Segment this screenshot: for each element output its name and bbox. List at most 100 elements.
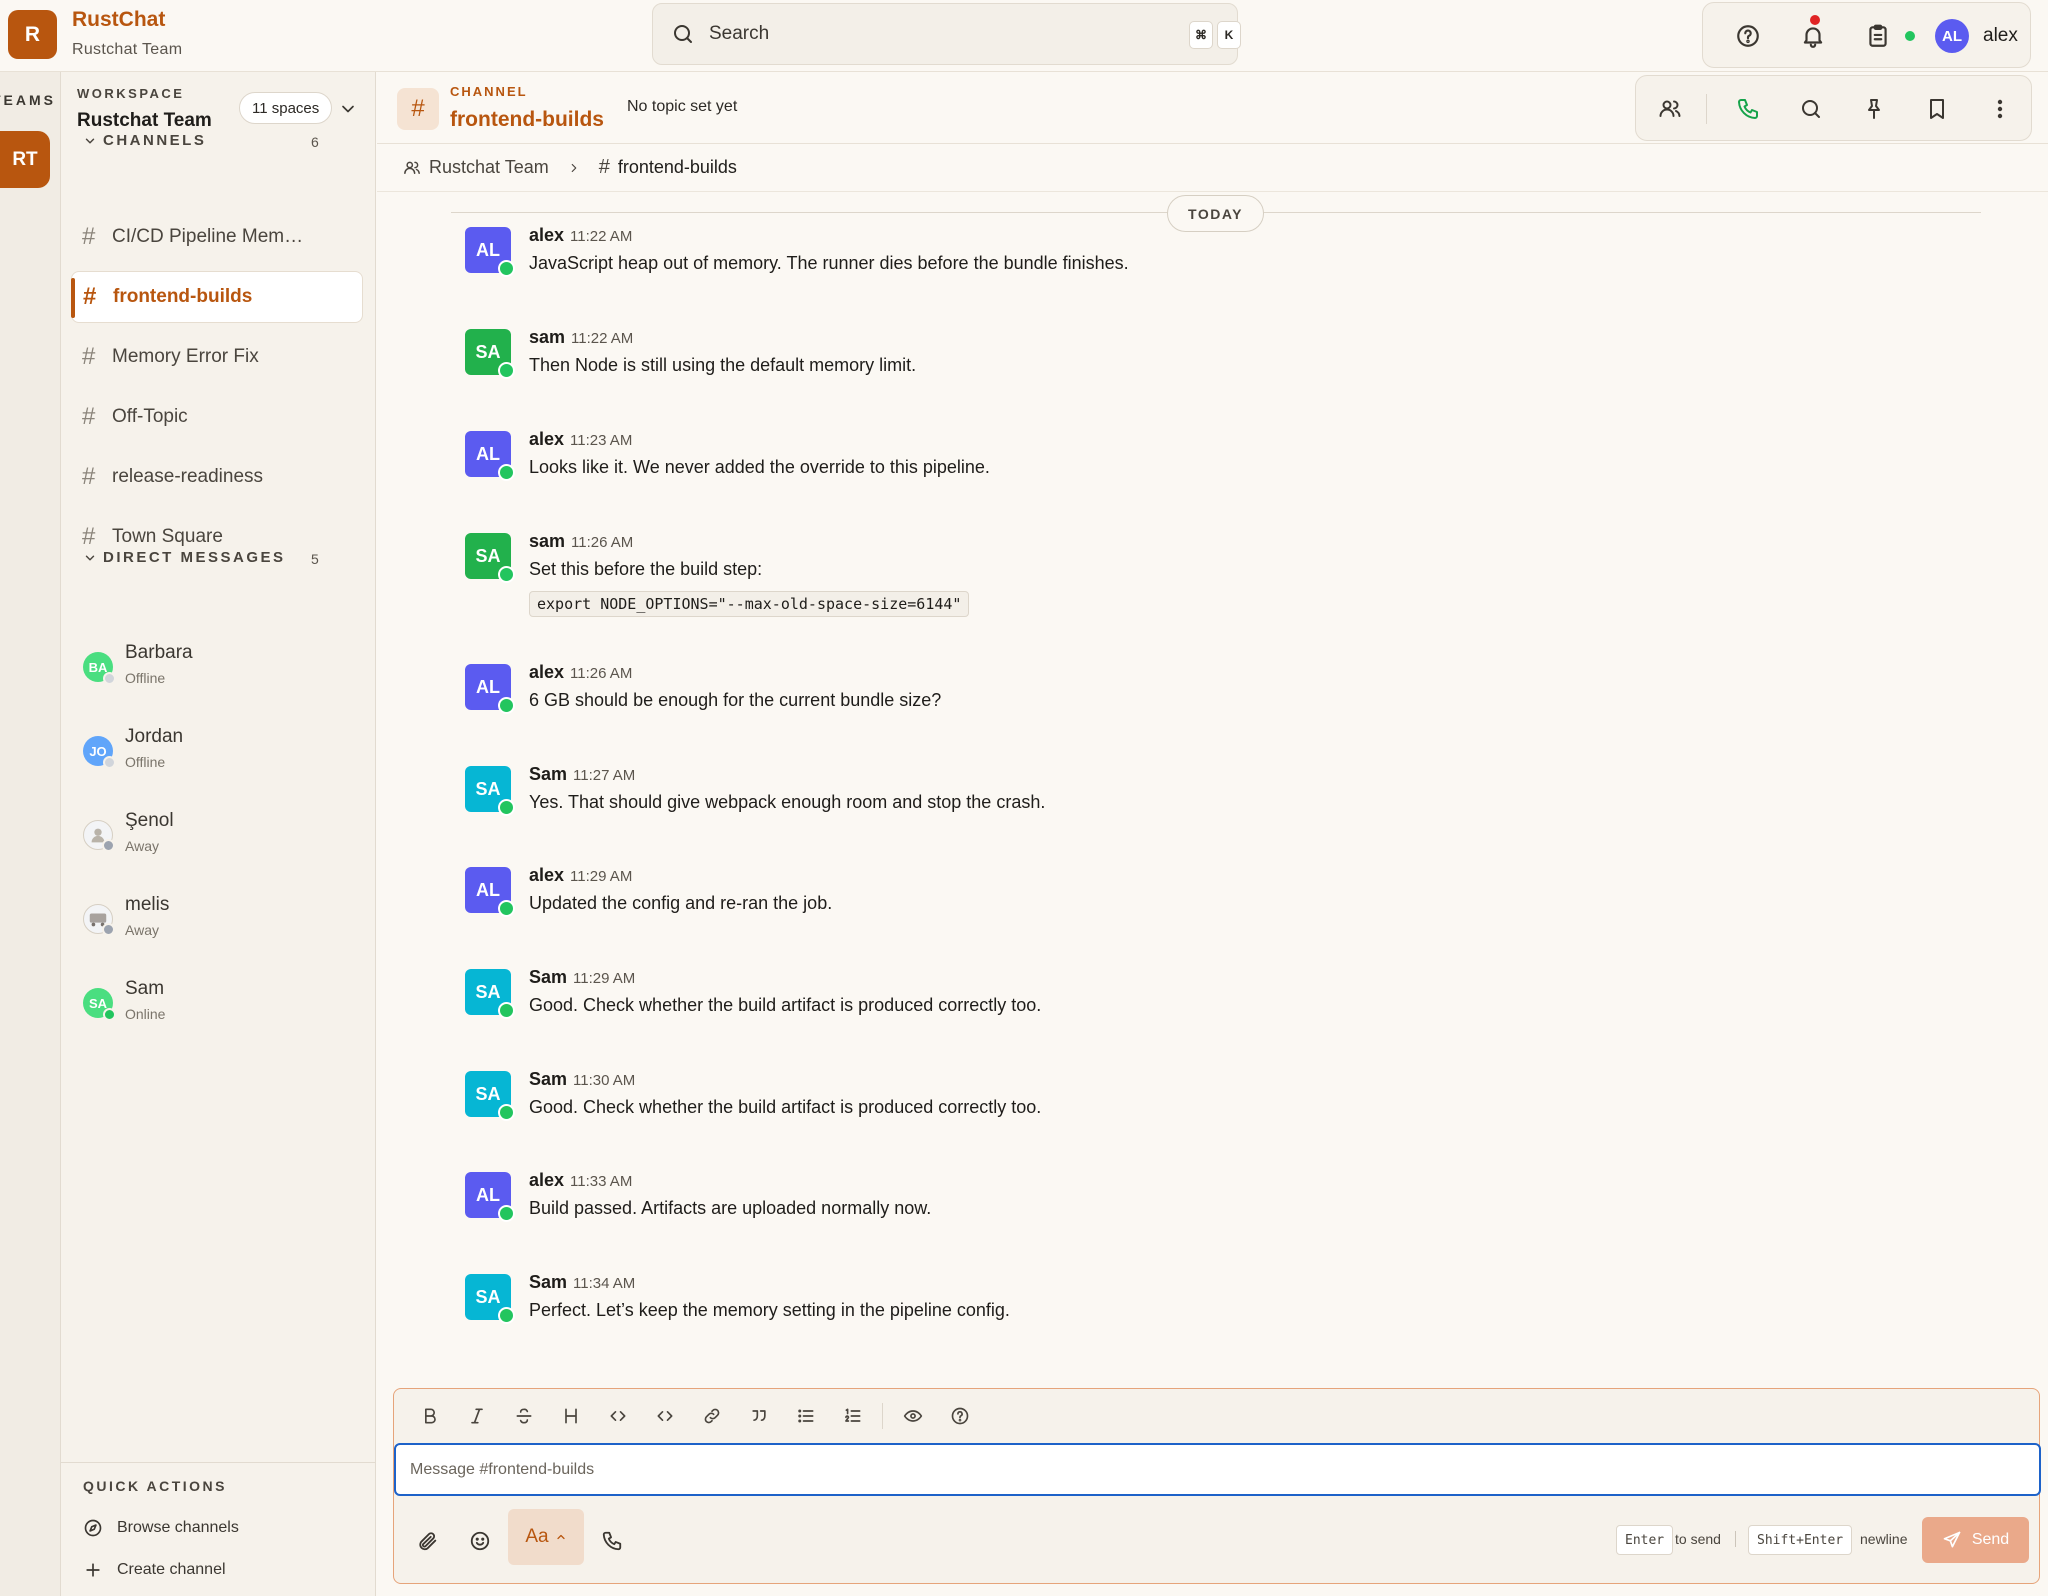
team-button-rt[interactable]: RT bbox=[0, 131, 50, 188]
help-icon[interactable] bbox=[1735, 23, 1761, 49]
channel-item-off-topic[interactable]: # Off-Topic bbox=[71, 391, 363, 443]
bell-icon[interactable] bbox=[1800, 23, 1826, 49]
italic-button[interactable] bbox=[453, 1396, 500, 1436]
avatar[interactable]: SA bbox=[465, 329, 515, 379]
channel-item-cicd[interactable]: # CI/CD Pipeline Mem… bbox=[71, 211, 363, 263]
message-author[interactable]: alex 11:29 AM bbox=[529, 865, 632, 886]
numbered-list-button[interactable] bbox=[829, 1396, 876, 1436]
message-text: Good. Check whether the build artifact i… bbox=[529, 995, 1042, 1015]
emoji-button[interactable] bbox=[460, 1521, 500, 1561]
dm-item-sam[interactable]: SA Sam Online bbox=[83, 974, 363, 1040]
link-button[interactable] bbox=[688, 1396, 735, 1436]
phone-icon bbox=[602, 1531, 622, 1551]
channels-section-header[interactable]: CHANNELS bbox=[83, 132, 206, 149]
channel-name: frontend-builds bbox=[113, 286, 253, 307]
bold-icon bbox=[424, 1408, 436, 1424]
search-bar[interactable]: Search ⌘ K bbox=[652, 3, 1241, 65]
message[interactable]: SA Sam 11:30 AM Good. Check whether the b… bbox=[465, 1069, 1965, 1159]
send-label: Send bbox=[1971, 1531, 2010, 1548]
avatar[interactable]: SA bbox=[465, 533, 515, 583]
formatting-help-button[interactable] bbox=[936, 1396, 983, 1436]
bold-button[interactable] bbox=[406, 1396, 453, 1436]
message-author[interactable]: sam 11:22 AM bbox=[529, 327, 633, 348]
dm-item-jordan[interactable]: JO Jordan Offline bbox=[83, 722, 363, 788]
hash-icon: # bbox=[82, 403, 96, 430]
avatar[interactable]: AL bbox=[465, 867, 515, 917]
message[interactable]: AL alex 11:22 AM JavaScript heap out of m… bbox=[465, 225, 1965, 315]
quote-button[interactable] bbox=[735, 1396, 782, 1436]
dm-section-header[interactable]: DIRECT MESSAGES bbox=[83, 549, 286, 566]
message[interactable]: SA sam 11:22 AM Then Node is still using … bbox=[465, 327, 1965, 417]
channel-item-frontend-builds[interactable]: # frontend-builds bbox=[71, 271, 363, 323]
message[interactable]: SA Sam 11:29 AM Good. Check whether the b… bbox=[465, 967, 1965, 1057]
message-list[interactable]: TODAY AL alex 11:22 AM JavaScript heap ou… bbox=[377, 192, 2048, 1370]
presence-online-dot[interactable] bbox=[1905, 31, 1915, 41]
message[interactable]: SA sam 11:26 AM Set this before the build… bbox=[465, 531, 1965, 651]
breadcrumb-team[interactable]: Rustchat Team bbox=[429, 157, 549, 178]
user-avatar[interactable]: AL bbox=[1935, 19, 1969, 53]
message-input[interactable] bbox=[394, 1443, 2041, 1496]
message-author[interactable]: Sam 11:27 AM bbox=[529, 764, 635, 785]
preview-button[interactable] bbox=[889, 1396, 936, 1436]
inline-code-button[interactable] bbox=[594, 1396, 641, 1436]
message-author[interactable]: alex 11:23 AM bbox=[529, 429, 632, 450]
dm-item-barbara[interactable]: BA Barbara Offline bbox=[83, 638, 363, 704]
pin-icon[interactable] bbox=[1862, 97, 1886, 121]
formatting-toggle-button[interactable]: Aa bbox=[508, 1509, 584, 1565]
avatar[interactable]: AL bbox=[465, 664, 515, 714]
create-channel-button[interactable]: Create channel bbox=[83, 1560, 226, 1580]
avatar[interactable]: SA bbox=[465, 766, 515, 816]
user-name[interactable]: alex bbox=[1983, 25, 2018, 47]
heading-button[interactable] bbox=[547, 1396, 594, 1436]
browse-channels-button[interactable]: Browse channels bbox=[83, 1518, 239, 1538]
bullet-list-button[interactable] bbox=[782, 1396, 829, 1436]
channels-count: 6 bbox=[311, 134, 319, 150]
channel-hash-icon: # bbox=[397, 88, 439, 130]
dm-item-melis[interactable]: melis Away bbox=[83, 890, 363, 956]
search-placeholder: Search bbox=[709, 23, 770, 44]
message-author[interactable]: alex 11:33 AM bbox=[529, 1170, 632, 1191]
code-block-button[interactable] bbox=[641, 1396, 688, 1436]
dm-item-senol[interactable]: Şenol Away bbox=[83, 806, 363, 872]
composer-actions: Aa Enter to send Shift+Enter newline Sen… bbox=[394, 1509, 2039, 1569]
channel-title[interactable]: frontend-builds bbox=[450, 108, 604, 132]
message[interactable]: SA Sam 11:27 AM Yes. That should give web… bbox=[465, 764, 1965, 854]
divider bbox=[1706, 94, 1707, 124]
message[interactable]: AL alex 11:33 AM Build passed. Artifacts … bbox=[465, 1170, 1965, 1260]
bookmark-icon[interactable] bbox=[1925, 97, 1949, 121]
message[interactable]: AL alex 11:26 AM 6 GB should be enough fo… bbox=[465, 662, 1965, 752]
message-author[interactable]: sam 11:26 AM bbox=[529, 531, 633, 552]
message-time: 11:26 AM bbox=[570, 665, 633, 682]
avatar[interactable]: AL bbox=[465, 1172, 515, 1222]
more-vertical-icon[interactable] bbox=[1988, 97, 2012, 121]
search-icon[interactable] bbox=[1799, 97, 1823, 121]
app-logo[interactable]: R bbox=[8, 10, 57, 59]
chevron-down-icon[interactable] bbox=[338, 99, 358, 119]
message[interactable]: AL alex 11:29 AM Updated the config and r… bbox=[465, 865, 1965, 955]
attach-button[interactable] bbox=[408, 1521, 448, 1561]
message-author[interactable]: Sam 11:29 AM bbox=[529, 967, 635, 988]
message[interactable]: SA Sam 11:34 AM Perfect. Let’s keep the m… bbox=[465, 1272, 1965, 1362]
message-author[interactable]: alex 11:22 AM bbox=[529, 225, 632, 246]
workspace-name[interactable]: Rustchat Team bbox=[77, 110, 212, 132]
message-author[interactable]: Sam 11:30 AM bbox=[529, 1069, 635, 1090]
channel-topic[interactable]: No topic set yet bbox=[627, 98, 737, 116]
send-button[interactable]: Send bbox=[1922, 1517, 2029, 1563]
message-author[interactable]: Sam 11:34 AM bbox=[529, 1272, 635, 1293]
spaces-badge[interactable]: 11 spaces bbox=[239, 92, 333, 124]
strikethrough-button[interactable] bbox=[500, 1396, 547, 1436]
message-text: Then Node is still using the default mem… bbox=[529, 355, 917, 375]
channel-item-memory-error-fix[interactable]: # Memory Error Fix bbox=[71, 331, 363, 383]
call-button[interactable] bbox=[592, 1521, 632, 1561]
avatar[interactable]: AL bbox=[465, 431, 515, 481]
members-icon[interactable] bbox=[1658, 97, 1682, 121]
avatar[interactable]: SA bbox=[465, 1274, 515, 1324]
channel-item-release-readiness[interactable]: # release-readiness bbox=[71, 451, 363, 503]
avatar[interactable]: SA bbox=[465, 969, 515, 1019]
avatar[interactable]: AL bbox=[465, 227, 515, 277]
message[interactable]: AL alex 11:23 AM Looks like it. We never … bbox=[465, 429, 1965, 519]
message-author[interactable]: alex 11:26 AM bbox=[529, 662, 632, 683]
avatar[interactable]: SA bbox=[465, 1071, 515, 1121]
clipboard-icon[interactable] bbox=[1865, 23, 1891, 49]
call-icon[interactable] bbox=[1736, 97, 1760, 121]
